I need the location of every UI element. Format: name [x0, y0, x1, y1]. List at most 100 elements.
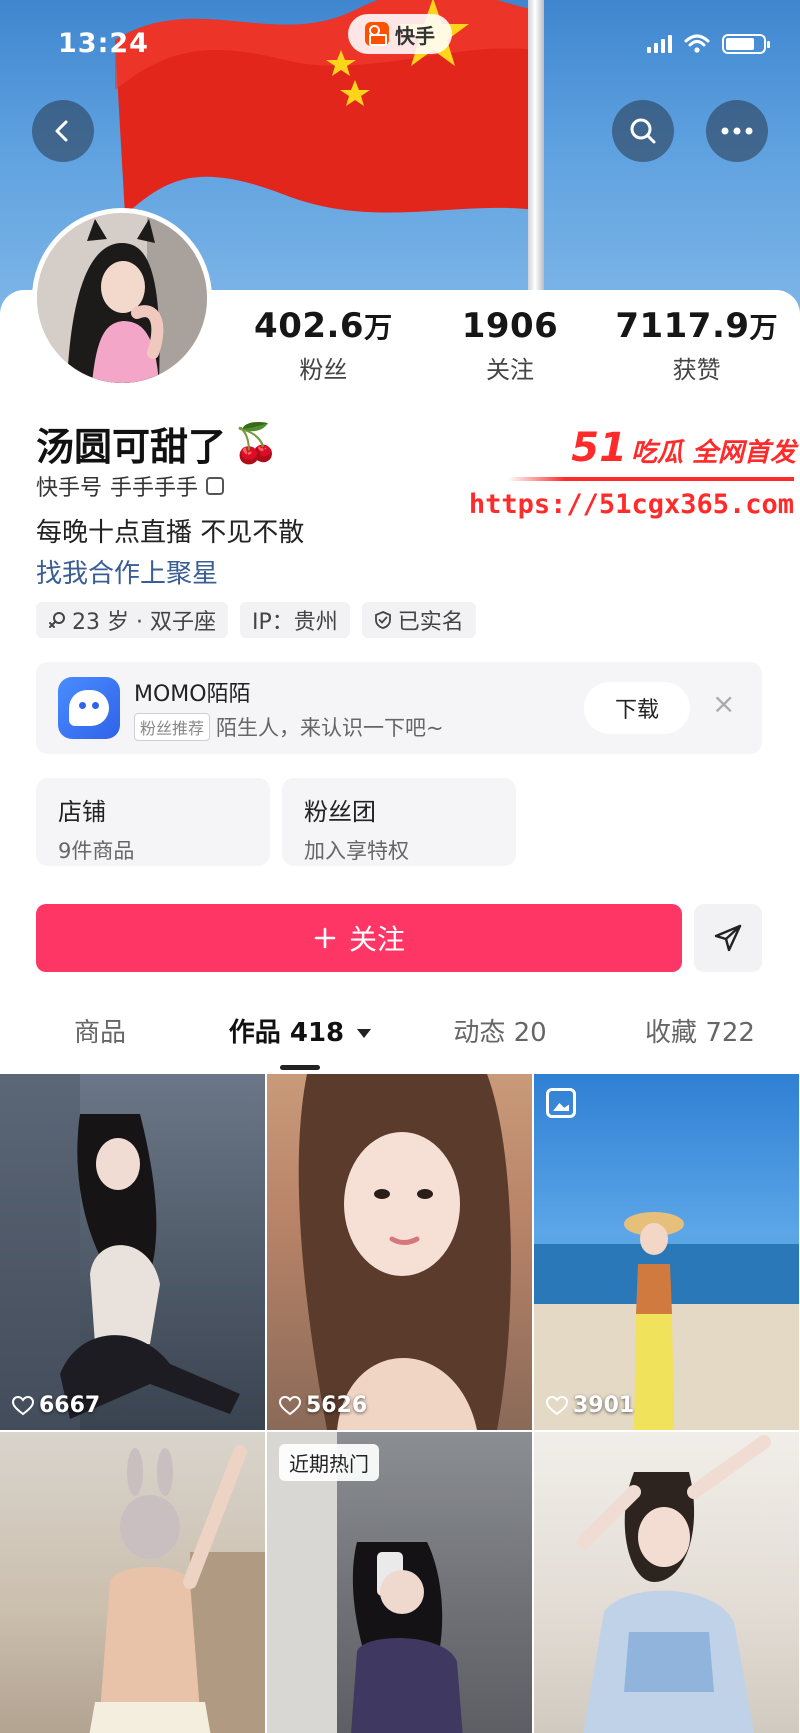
heart-icon [546, 1395, 568, 1415]
thumbnail-image [298, 1074, 511, 1430]
ad-banner[interactable]: MOMO陌陌 粉丝推荐 陌生人，来认识一下吧~ 下载 × [36, 662, 762, 754]
like-count: 6667 [12, 1393, 100, 1418]
ad-download-button[interactable]: 下载 [584, 682, 690, 734]
thumbnail-image [0, 1074, 240, 1430]
status-icons [647, 34, 770, 54]
cherry-emoji: 🍒 [232, 421, 280, 465]
watermark-number: 51 [571, 425, 627, 471]
verified-tag-label: 已实名 [397, 610, 464, 635]
avatar-image [37, 213, 207, 383]
watermark-text: 吃瓜 全网首发 [630, 438, 796, 468]
more-dots-icon [721, 127, 753, 135]
like-count: 3901 [546, 1393, 634, 1418]
profile-name: 汤圆可甜了 🍒 [36, 416, 279, 471]
trending-badge: 近期热门 [279, 1444, 379, 1481]
tab-label: 动态 [453, 1018, 506, 1048]
profile-name-text: 汤圆可甜了 [36, 425, 227, 469]
ad-subtitle: 粉丝推荐 陌生人，来认识一下吧~ [134, 712, 444, 742]
stat-unit: 万 [749, 311, 779, 344]
video-thumbnail[interactable]: 近期热门 [267, 1432, 532, 1733]
stat-label: 关注 [486, 356, 534, 384]
kuaishou-id[interactable]: 快手号 手手手手 [36, 470, 225, 502]
ad-title: MOMO陌陌 [134, 682, 251, 707]
stats-row: 402.6万 粉丝 1906 关注 7117.9万 获赞 [230, 306, 790, 385]
shield-check-icon [374, 611, 391, 629]
fan-club-card[interactable]: 粉丝团 加入享特权 [282, 778, 516, 866]
tab-count: 722 [705, 1018, 755, 1048]
stat-followers[interactable]: 402.6万 粉丝 [230, 306, 417, 385]
copy-icon[interactable] [206, 477, 225, 495]
age-tag: 23 岁 · 双子座 [36, 602, 228, 638]
battery-icon [722, 34, 770, 54]
video-thumbnail[interactable] [0, 1432, 265, 1733]
uid-value: 手手手手 [110, 476, 199, 501]
watermark: 51 吃瓜 全网首发 https://51cgx365.com [469, 425, 796, 535]
tab-label: 作品 [228, 1018, 281, 1048]
shop-subtitle: 9件商品 [58, 839, 135, 863]
ad-desc: 陌生人，来认识一下吧~ [216, 716, 444, 740]
search-icon [630, 118, 656, 144]
ip-tag: IP：贵州 [239, 602, 350, 638]
gallery-icon [546, 1088, 576, 1118]
thumbnail-image [89, 1445, 265, 1733]
gender-icon [49, 612, 65, 628]
uid-label: 快手号 [36, 476, 103, 501]
app-badge[interactable]: 快手 [348, 14, 452, 54]
like-count-value: 5626 [306, 1393, 368, 1418]
wifi-icon [684, 34, 710, 53]
content-tabs: 商品 作品 418 动态 20 收藏 722 [0, 1012, 800, 1072]
signal-icon [647, 35, 672, 53]
back-button[interactable] [32, 100, 94, 162]
tab-works[interactable]: 作品 418 [200, 1012, 400, 1072]
like-count-value: 3901 [573, 1393, 635, 1418]
stat-value: 1906 [461, 306, 559, 346]
stat-following[interactable]: 1906 关注 [417, 306, 604, 385]
tab-label: 收藏 [645, 1018, 698, 1048]
age-tag-label: 23 岁 · 双子座 [72, 610, 216, 635]
photo-thumbnail[interactable]: 3901 [534, 1074, 799, 1430]
app-badge-label: 快手 [395, 23, 435, 48]
stat-label: 粉丝 [299, 356, 348, 384]
fan-club-subtitle: 加入享特权 [304, 839, 409, 863]
ad-tag: 粉丝推荐 [134, 713, 211, 741]
watermark-line [508, 477, 794, 481]
fan-club-title: 粉丝团 [304, 798, 376, 826]
ip-tag-label: IP：贵州 [251, 610, 338, 635]
thumbnail-image [577, 1435, 771, 1733]
share-button[interactable] [694, 904, 762, 972]
profile-tags: 23 岁 · 双子座 IP：贵州 已实名 [36, 602, 476, 638]
video-thumbnail[interactable]: 6667 [0, 1074, 265, 1430]
watermark-title: 51 吃瓜 全网首发 [571, 425, 796, 471]
shop-title: 店铺 [58, 798, 106, 826]
stat-unit: 万 [364, 311, 393, 344]
thumbnail-image [534, 1212, 799, 1430]
bio-text: 每晚十点直播 不见不散 [36, 518, 305, 548]
chevron-left-icon [55, 120, 68, 142]
search-button[interactable] [612, 100, 674, 162]
tab-favorites[interactable]: 收藏 722 [600, 1012, 800, 1072]
heart-icon [279, 1395, 301, 1415]
bio-link[interactable]: 找我合作上聚星 [36, 553, 218, 590]
stat-value: 7117.9 [615, 306, 750, 346]
video-thumbnail[interactable]: 5626 [267, 1074, 532, 1430]
more-button[interactable] [706, 100, 768, 162]
like-count: 5626 [279, 1393, 367, 1418]
heart-icon [12, 1395, 34, 1415]
verified-tag: 已实名 [361, 602, 476, 638]
stat-likes[interactable]: 7117.9万 获赞 [603, 306, 790, 385]
tab-products[interactable]: 商品 [0, 1012, 200, 1072]
follow-button[interactable]: 关注 [36, 904, 682, 972]
stat-label: 获赞 [672, 356, 721, 384]
video-thumbnail[interactable] [534, 1432, 799, 1733]
shop-card[interactable]: 店铺 9件商品 [36, 778, 270, 866]
works-grid: 6667 5626 3901 近期热门 [0, 1074, 800, 1733]
tab-count: 418 [289, 1018, 345, 1048]
stat-value: 402.6 [254, 306, 365, 346]
status-time: 13:24 [58, 28, 149, 59]
avatar[interactable] [32, 208, 212, 388]
send-icon [714, 924, 742, 952]
tab-moments[interactable]: 动态 20 [400, 1012, 600, 1072]
caret-down-icon[interactable] [357, 1029, 372, 1038]
tab-count: 20 [513, 1018, 547, 1048]
close-icon[interactable]: × [712, 690, 735, 718]
